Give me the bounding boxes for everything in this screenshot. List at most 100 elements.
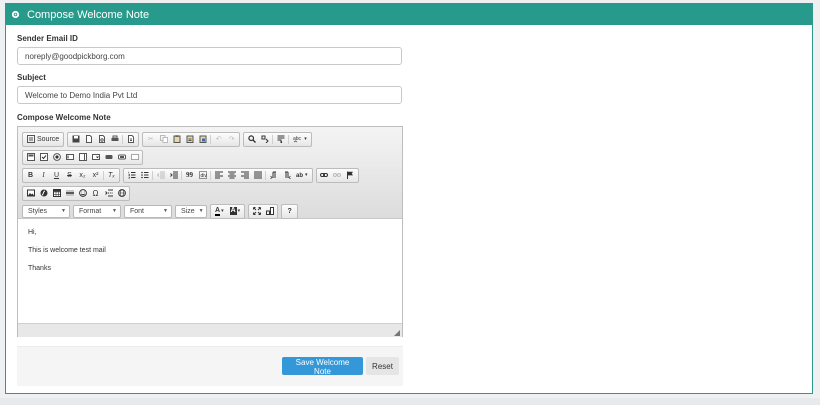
print-icon[interactable] — [108, 133, 121, 146]
chevron-down-icon: ▼ — [163, 208, 168, 214]
align-center-icon[interactable] — [225, 169, 238, 182]
underline-button[interactable]: U — [50, 169, 63, 182]
text-color-button[interactable]: A ▾ — [212, 205, 227, 218]
chevron-down-icon: ▼ — [61, 208, 66, 214]
align-justify-icon[interactable] — [251, 169, 264, 182]
bulleted-list-icon[interactable] — [138, 169, 151, 182]
templates-icon[interactable] — [124, 133, 137, 146]
help-button[interactable]: ? — [283, 205, 296, 218]
show-blocks-icon[interactable] — [263, 205, 276, 218]
form-icon[interactable] — [24, 151, 37, 164]
increase-indent-icon[interactable] — [167, 169, 180, 182]
find-icon[interactable] — [245, 133, 258, 146]
align-right-icon[interactable] — [238, 169, 251, 182]
paste-text-icon[interactable] — [183, 133, 196, 146]
source-label: Source — [37, 135, 60, 143]
body-line: This is welcome test mail — [28, 247, 106, 254]
table-icon[interactable] — [50, 187, 63, 200]
svg-text:div: div — [200, 173, 207, 179]
select-field-icon[interactable] — [89, 151, 102, 164]
page-break-icon[interactable] — [102, 187, 115, 200]
body-line: Hi, — [28, 229, 37, 236]
compose-label: Compose Welcome Note — [17, 113, 111, 122]
paste-icon[interactable] — [170, 133, 183, 146]
bold-button[interactable]: B — [24, 169, 37, 182]
text-direction-ltr-icon[interactable] — [267, 169, 280, 182]
text-field-icon[interactable] — [63, 151, 76, 164]
smiley-icon[interactable] — [76, 187, 89, 200]
maximize-icon[interactable] — [250, 205, 263, 218]
horizontal-rule-icon[interactable] — [63, 187, 76, 200]
font-select[interactable]: Font ▼ — [124, 204, 172, 218]
styles-label: Styles — [28, 207, 48, 215]
subject-label: Subject — [17, 73, 46, 82]
format-select[interactable]: Format ▼ — [73, 204, 121, 218]
strikethrough-button[interactable]: S — [63, 169, 76, 182]
paste-word-icon[interactable] — [196, 133, 209, 146]
gear-icon — [11, 10, 20, 19]
sender-email-label: Sender Email ID — [17, 34, 78, 43]
editor-toolbar: Source ✂ ↶ ↷ abc ▾ B I U S x₂ x² Tₓ 99 d… — [18, 127, 402, 219]
flash-icon[interactable] — [37, 187, 50, 200]
undo-icon[interactable]: ↶ — [212, 133, 225, 146]
svg-text:abc: abc — [293, 136, 302, 142]
link-icon[interactable] — [318, 169, 331, 182]
replace-icon[interactable] — [258, 133, 271, 146]
size-select[interactable]: Size ▼ — [175, 204, 207, 218]
remove-format-button[interactable]: Tₓ — [105, 169, 118, 182]
preview-icon[interactable] — [95, 133, 108, 146]
styles-select[interactable]: Styles ▼ — [22, 204, 70, 218]
blockquote-button[interactable]: 99 — [183, 169, 196, 182]
creatediv-icon[interactable]: div — [196, 169, 209, 182]
textarea-icon[interactable] — [76, 151, 89, 164]
format-label: Format — [79, 207, 102, 215]
new-page-icon[interactable] — [82, 133, 95, 146]
radio-icon[interactable] — [50, 151, 63, 164]
resize-grip-icon[interactable] — [394, 329, 400, 336]
image-button-icon[interactable] — [115, 151, 128, 164]
special-char-button[interactable]: Ω — [89, 187, 102, 200]
iframe-globe-icon[interactable] — [115, 187, 128, 200]
save-icon[interactable] — [69, 133, 82, 146]
size-label: Size — [181, 207, 195, 215]
align-left-icon[interactable] — [212, 169, 225, 182]
language-icon[interactable]: ab ▾ — [293, 169, 311, 182]
redo-icon[interactable]: ↷ — [225, 133, 238, 146]
numbered-list-icon[interactable] — [125, 169, 138, 182]
superscript-button[interactable]: x² — [89, 169, 102, 182]
body-line: Thanks — [28, 265, 51, 272]
anchor-flag-icon[interactable] — [344, 169, 357, 182]
panel-title: Compose Welcome Note — [27, 8, 150, 21]
reset-button[interactable]: Reset — [366, 357, 399, 375]
text-color-label: A — [215, 206, 221, 216]
copy-icon[interactable] — [157, 133, 170, 146]
background-color-label: A — [229, 207, 237, 215]
select-all-icon[interactable] — [274, 133, 287, 146]
source-button[interactable]: Source — [24, 133, 62, 146]
decrease-indent-icon[interactable] — [154, 169, 167, 182]
editor-content[interactable]: Hi, This is welcome test mail Thanks — [18, 219, 402, 323]
unlink-icon[interactable] — [331, 169, 344, 182]
rich-text-editor: Source ✂ ↶ ↷ abc ▾ B I U S x₂ x² Tₓ 99 d… — [17, 126, 403, 337]
button-field-icon[interactable] — [102, 151, 115, 164]
text-direction-rtl-icon[interactable] — [280, 169, 293, 182]
italic-button[interactable]: I — [37, 169, 50, 182]
image-icon[interactable] — [24, 187, 37, 200]
sender-email-input[interactable] — [17, 47, 402, 65]
editor-statusbar — [18, 323, 402, 337]
subscript-button[interactable]: x₂ — [76, 169, 89, 182]
spellcheck-icon[interactable]: abc ▾ — [290, 133, 310, 146]
save-welcome-note-button[interactable]: Save Welcome Note — [282, 357, 363, 376]
background-color-button[interactable]: A ▾ — [227, 205, 244, 218]
form-actions: Save Welcome Note Reset — [17, 346, 403, 386]
svg-text:ab: ab — [296, 173, 303, 179]
panel-header: Compose Welcome Note — [6, 4, 812, 25]
hidden-field-icon[interactable] — [128, 151, 141, 164]
compose-panel: Compose Welcome Note Sender Email ID Sub… — [5, 3, 813, 394]
subject-input[interactable] — [17, 86, 402, 104]
chevron-down-icon: ▼ — [112, 208, 117, 214]
page-footer-strip — [0, 398, 820, 405]
source-icon — [27, 135, 35, 143]
cut-icon[interactable]: ✂ — [144, 133, 157, 146]
checkbox-icon[interactable] — [37, 151, 50, 164]
